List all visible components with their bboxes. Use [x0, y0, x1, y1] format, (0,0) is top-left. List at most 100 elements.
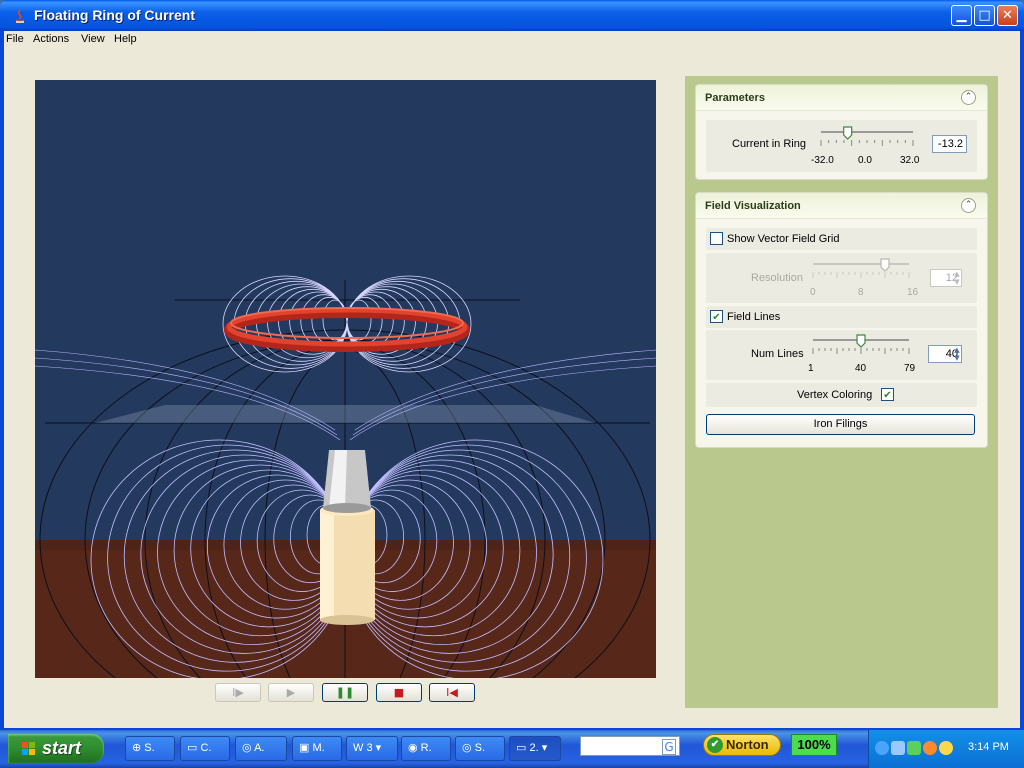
task-label: C.: [200, 742, 212, 754]
java-icon: [15, 9, 25, 23]
minimize-button[interactable]: ▁: [951, 5, 972, 26]
chevron-down-icon: ▾: [372, 742, 382, 754]
word-icon: W: [353, 742, 367, 754]
task-button-active[interactable]: ▭ 2. ▾: [509, 736, 561, 761]
play-button[interactable]: ▶: [268, 683, 314, 702]
vertex-coloring-label: Vertex Coloring: [797, 389, 873, 401]
stop-icon: ■: [393, 686, 405, 699]
task-button[interactable]: ▣ M.: [292, 736, 342, 761]
show-grid-checkbox[interactable]: [710, 232, 723, 245]
update-icon[interactable]: [923, 741, 937, 755]
field-lines-row: Field Lines: [706, 306, 977, 328]
windows-logo-icon: [22, 742, 35, 755]
maximize-button[interactable]: □: [974, 5, 995, 26]
3d-viewport[interactable]: [35, 80, 656, 678]
resolution-tick-max: 16: [907, 287, 919, 298]
task-button[interactable]: ⊕ S.: [125, 736, 175, 761]
close-button[interactable]: ✕: [997, 5, 1018, 26]
start-label: start: [42, 738, 82, 758]
stop-button[interactable]: ■: [376, 683, 422, 702]
task-label: 2.: [529, 742, 539, 754]
control-panel: Parameters ⌃ Current in Ring -32.0 0.0 3…: [685, 76, 998, 708]
current-value-field[interactable]: -13.2: [932, 135, 967, 153]
task-button[interactable]: ◎ A.: [235, 736, 287, 761]
window-icon: ▭: [516, 742, 530, 754]
current-tick-max: 32.0: [900, 155, 920, 166]
num-lines-spinner-icon[interactable]: ▲ ▼: [952, 346, 962, 362]
system-tray: 3:14 PM: [868, 730, 1024, 768]
menu-bar: File Actions View Help: [4, 31, 1020, 49]
close-icon: ✕: [1002, 8, 1013, 23]
client-area: File Actions View Help I▶ ▶ ❚❚ ■ I◀ Para…: [4, 31, 1020, 728]
current-slider[interactable]: [817, 126, 917, 152]
pause-button[interactable]: ❚❚: [322, 683, 368, 702]
resolution-label: Resolution: [751, 272, 803, 284]
menu-file[interactable]: File: [6, 33, 24, 45]
field-viz-header[interactable]: Field Visualization ⌃: [696, 193, 987, 219]
show-grid-label: Show Vector Field Grid: [727, 233, 840, 245]
pause-icon: ❚❚: [335, 686, 355, 699]
viewer-icon: ◉: [408, 742, 421, 754]
app-window: Floating Ring of Current ▁ □ ✕ File Acti…: [0, 0, 1024, 730]
current-label: Current in Ring: [732, 138, 806, 150]
iron-filings-button[interactable]: Iron Filings: [706, 414, 975, 435]
app-icon: ◎: [462, 742, 475, 754]
num-lines-slider[interactable]: [809, 334, 913, 360]
num-lines-label: Num Lines: [751, 348, 804, 360]
folder-icon: ▭: [187, 742, 201, 754]
task-label: S.: [474, 742, 486, 754]
resolution-tick-min: 0: [810, 287, 816, 298]
clock: 3:14 PM: [968, 741, 1009, 753]
start-button[interactable]: start: [8, 734, 104, 763]
check-icon: ✔: [707, 737, 723, 753]
collapse-icon[interactable]: ⌃: [961, 90, 976, 105]
menu-actions[interactable]: Actions: [33, 33, 69, 45]
vertex-coloring-checkbox[interactable]: [881, 388, 894, 401]
menu-help[interactable]: Help: [114, 33, 137, 45]
collapse-icon[interactable]: ⌃: [961, 198, 976, 213]
google-icon[interactable]: G: [662, 739, 676, 755]
resolution-slider[interactable]: [809, 258, 913, 284]
show-grid-row: Show Vector Field Grid: [706, 228, 977, 250]
resolution-row: Resolution 0 8 16 12 ▲ ▼: [706, 253, 977, 303]
current-tick-min: -32.0: [811, 155, 834, 166]
security-icon[interactable]: [907, 741, 921, 755]
field-viz-group: Field Visualization ⌃ Show Vector Field …: [695, 192, 988, 448]
parameters-header[interactable]: Parameters ⌃: [696, 85, 987, 111]
network-icon[interactable]: [891, 741, 905, 755]
task-button[interactable]: W 3 ▾: [346, 736, 398, 761]
task-button[interactable]: ◉ R.: [401, 736, 451, 761]
num-lines-tick-max: 79: [904, 363, 916, 374]
task-button[interactable]: ◎ S.: [455, 736, 505, 761]
globe-icon: ⊕: [132, 742, 145, 754]
arrow-icon[interactable]: [875, 741, 889, 755]
task-button[interactable]: ▭ C.: [180, 736, 230, 761]
step-button[interactable]: I▶: [215, 683, 261, 702]
powerpoint-icon: ▣: [299, 742, 313, 754]
norton-button[interactable]: ✔ Norton: [703, 734, 781, 756]
task-label: M.: [312, 742, 325, 754]
zoom-percent[interactable]: 100%: [791, 734, 837, 756]
current-tick-mid: 0.0: [858, 155, 872, 166]
ground-plane: [95, 405, 595, 423]
play-icon: ▶: [286, 686, 296, 699]
taskbar: start ⊕ S. ▭ C. ◎ A. ▣ M. W 3 ▾ ◉ R. ◎ S…: [0, 730, 1024, 768]
title-bar[interactable]: Floating Ring of Current ▁ □ ✕: [0, 0, 1024, 31]
menu-view[interactable]: View: [81, 33, 105, 45]
resolution-spinner-icon[interactable]: ▲ ▼: [952, 270, 962, 286]
task-label: R.: [420, 742, 432, 754]
reset-button[interactable]: I◀: [429, 683, 475, 702]
reset-icon: I◀: [446, 686, 458, 699]
current-row: Current in Ring -32.0 0.0 32.0 -13.2: [706, 120, 977, 172]
window-title: Floating Ring of Current: [34, 7, 195, 23]
app-icon: ◎: [242, 742, 255, 754]
num-lines-row: Num Lines 1 40 79 40 ▲ ▼: [706, 330, 977, 380]
parameters-group: Parameters ⌃ Current in Ring -32.0 0.0 3…: [695, 84, 988, 180]
num-lines-tick-min: 1: [808, 363, 814, 374]
task-label: S.: [144, 742, 155, 754]
chevron-down-icon: ▾: [538, 742, 548, 754]
task-label: A.: [254, 742, 265, 754]
globe-icon[interactable]: [939, 741, 953, 755]
vertex-coloring-row: Vertex Coloring: [706, 383, 977, 407]
field-lines-checkbox[interactable]: [710, 310, 723, 323]
